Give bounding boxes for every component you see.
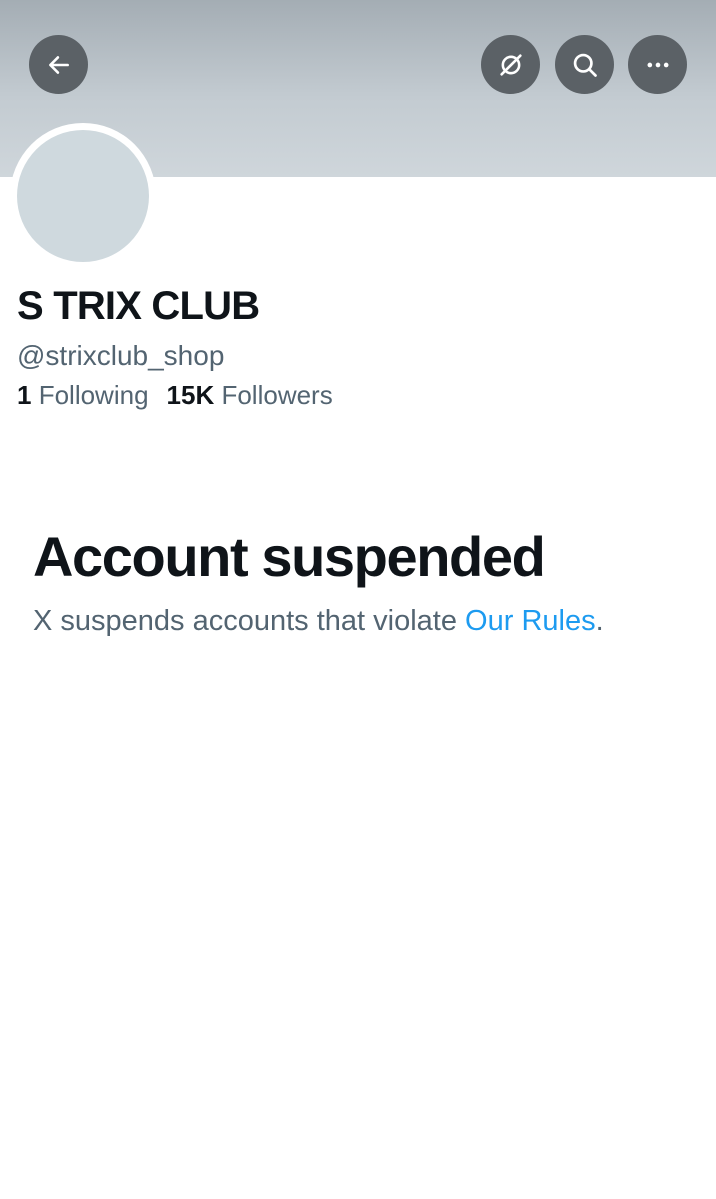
followers-link[interactable]: 15K Followers bbox=[167, 380, 333, 411]
suspension-message: X suspends accounts that violate Our Rul… bbox=[33, 605, 604, 638]
following-link[interactable]: 1 Following bbox=[17, 380, 149, 411]
search-button[interactable] bbox=[555, 35, 614, 94]
more-horizontal-icon bbox=[644, 51, 672, 79]
our-rules-link[interactable]: Our Rules bbox=[465, 605, 596, 637]
follow-stats: 1 Following 15K Followers bbox=[17, 380, 333, 411]
suspension-text: X suspends accounts that violate bbox=[33, 605, 466, 637]
back-button[interactable] bbox=[29, 35, 88, 94]
grok-button[interactable] bbox=[481, 35, 540, 94]
display-name: S TRIX CLUB bbox=[17, 284, 260, 328]
following-count: 1 bbox=[17, 380, 32, 410]
followers-label: Followers bbox=[221, 380, 333, 410]
arrow-left-icon bbox=[46, 52, 72, 78]
search-icon bbox=[571, 51, 599, 79]
avatar[interactable] bbox=[17, 130, 149, 262]
suspension-title: Account suspended bbox=[33, 525, 546, 588]
followers-count: 15K bbox=[166, 380, 215, 410]
suspension-text-end: . bbox=[595, 605, 604, 637]
more-options-button[interactable] bbox=[628, 35, 687, 94]
user-handle: @strixclub_shop bbox=[17, 340, 225, 371]
grok-icon bbox=[497, 51, 525, 79]
following-label: Following bbox=[38, 380, 149, 410]
